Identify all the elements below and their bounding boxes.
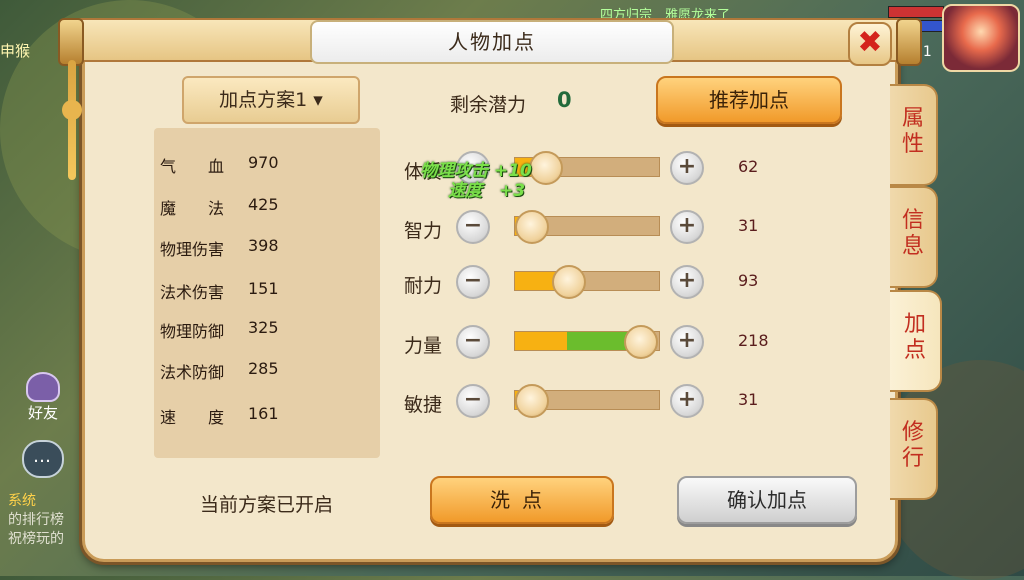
slider-handle[interactable] bbox=[552, 265, 586, 299]
stat-row: 魔 法 425 bbox=[160, 195, 380, 219]
confirm-points-button[interactable]: 确认加点 bbox=[677, 476, 857, 524]
friend-icon bbox=[26, 372, 60, 402]
attribute-row-endurance: 耐力 − + 93 bbox=[404, 265, 784, 301]
stat-row: 物理伤害 398 bbox=[160, 236, 380, 260]
attribute-bar[interactable] bbox=[514, 210, 660, 244]
tassel-ornament bbox=[62, 60, 82, 180]
stat-name: 物理防御 bbox=[160, 322, 225, 341]
tab-add-points[interactable]: 加点 bbox=[890, 290, 942, 392]
close-button[interactable]: ✖ bbox=[848, 22, 892, 66]
wash-points-button[interactable]: 洗点 bbox=[430, 476, 614, 524]
attribute-value: 62 bbox=[738, 157, 759, 176]
stat-value: 398 bbox=[248, 236, 279, 255]
friend-label: 好友 bbox=[27, 404, 58, 422]
minus-button[interactable]: − bbox=[456, 265, 490, 299]
player-avatar[interactable] bbox=[942, 4, 1020, 72]
potential-value: 0 bbox=[557, 88, 572, 112]
tab-label: 修行 bbox=[901, 420, 924, 471]
close-icon: ✖ bbox=[857, 25, 883, 60]
tab-label: 属性 bbox=[901, 106, 924, 157]
scheme-status: 当前方案已开启 bbox=[200, 494, 334, 516]
attribute-bar[interactable] bbox=[514, 325, 660, 359]
tab-attributes[interactable]: 属性 bbox=[890, 84, 938, 186]
minus-button[interactable]: − bbox=[456, 210, 490, 244]
slider-handle[interactable] bbox=[529, 151, 563, 185]
hp-bar bbox=[888, 6, 944, 18]
tab-label: 信息 bbox=[901, 208, 924, 259]
tab-label: 加点 bbox=[903, 312, 926, 363]
stat-name: 气 血 bbox=[160, 157, 225, 176]
stat-row: 法术防御 285 bbox=[160, 359, 380, 383]
attribute-value: 31 bbox=[738, 390, 759, 409]
tab-info[interactable]: 信息 bbox=[890, 186, 938, 288]
stat-name: 法术防御 bbox=[160, 363, 225, 382]
attribute-bar[interactable] bbox=[514, 151, 660, 185]
window-title: 人物加点 bbox=[310, 20, 674, 64]
chat-button[interactable] bbox=[22, 440, 64, 478]
attribute-name: 力量 bbox=[404, 335, 443, 357]
scheme-dropdown[interactable]: 加点方案1 ▾ bbox=[182, 76, 360, 124]
system-chat-line: 祝榜玩的 bbox=[8, 531, 64, 547]
attribute-name: 耐力 bbox=[404, 275, 443, 297]
stat-name: 物理伤害 bbox=[160, 240, 225, 259]
slider-handle[interactable] bbox=[515, 210, 549, 244]
plus-button[interactable]: + bbox=[670, 265, 704, 299]
tab-cultivation[interactable]: 修行 bbox=[890, 398, 938, 500]
system-chat-line: 系统 bbox=[8, 493, 36, 509]
potential-label: 剩余潜力 bbox=[450, 94, 527, 116]
slider-handle[interactable] bbox=[515, 384, 549, 418]
stat-name: 速 度 bbox=[160, 408, 225, 427]
stat-value: 151 bbox=[248, 279, 279, 298]
stat-value: 161 bbox=[248, 404, 279, 423]
attribute-bar[interactable] bbox=[514, 384, 660, 418]
plus-button[interactable]: + bbox=[670, 151, 704, 185]
minus-button[interactable]: − bbox=[456, 325, 490, 359]
attribute-row-agility: 敏捷 − + 31 bbox=[404, 384, 784, 420]
attribute-name: 智力 bbox=[404, 220, 443, 242]
attribute-row-intelligence: 智力 − + 31 bbox=[404, 210, 784, 246]
stat-name: 法术伤害 bbox=[160, 283, 225, 302]
attribute-value: 31 bbox=[738, 216, 759, 235]
attribute-name: 敏捷 bbox=[404, 394, 443, 416]
stat-value: 970 bbox=[248, 153, 279, 172]
attribute-value: 218 bbox=[738, 331, 769, 350]
attribute-row-strength: 力量 − + 218 bbox=[404, 325, 784, 361]
stat-row: 速 度 161 bbox=[160, 404, 380, 428]
system-chat-line: 的排行榜 bbox=[8, 512, 64, 528]
scroll-ornament-left bbox=[58, 18, 84, 66]
plus-button[interactable]: + bbox=[670, 210, 704, 244]
attribute-value: 93 bbox=[738, 271, 759, 290]
slider-handle[interactable] bbox=[624, 325, 658, 359]
minus-button[interactable]: − bbox=[456, 384, 490, 418]
plus-button[interactable]: + bbox=[670, 325, 704, 359]
friend-button[interactable]: 好友 bbox=[8, 372, 78, 422]
stat-value: 285 bbox=[248, 359, 279, 378]
attribute-bar[interactable] bbox=[514, 265, 660, 299]
stat-name: 魔 法 bbox=[160, 199, 225, 218]
stat-row: 法术伤害 151 bbox=[160, 279, 380, 303]
plus-button[interactable]: + bbox=[670, 384, 704, 418]
float-gain-speed: 速度 +3 bbox=[448, 181, 526, 201]
stat-row: 物理防御 325 bbox=[160, 318, 380, 342]
recommend-button[interactable]: 推荐加点 bbox=[656, 76, 842, 124]
bar-base-fill bbox=[515, 332, 567, 350]
stat-row: 气 血 970 bbox=[160, 153, 380, 177]
stat-value: 425 bbox=[248, 195, 279, 214]
scroll-ornament-right bbox=[896, 18, 922, 66]
stat-value: 325 bbox=[248, 318, 279, 337]
system-chat: 系统 的排行榜 祝榜玩的 bbox=[8, 492, 88, 549]
